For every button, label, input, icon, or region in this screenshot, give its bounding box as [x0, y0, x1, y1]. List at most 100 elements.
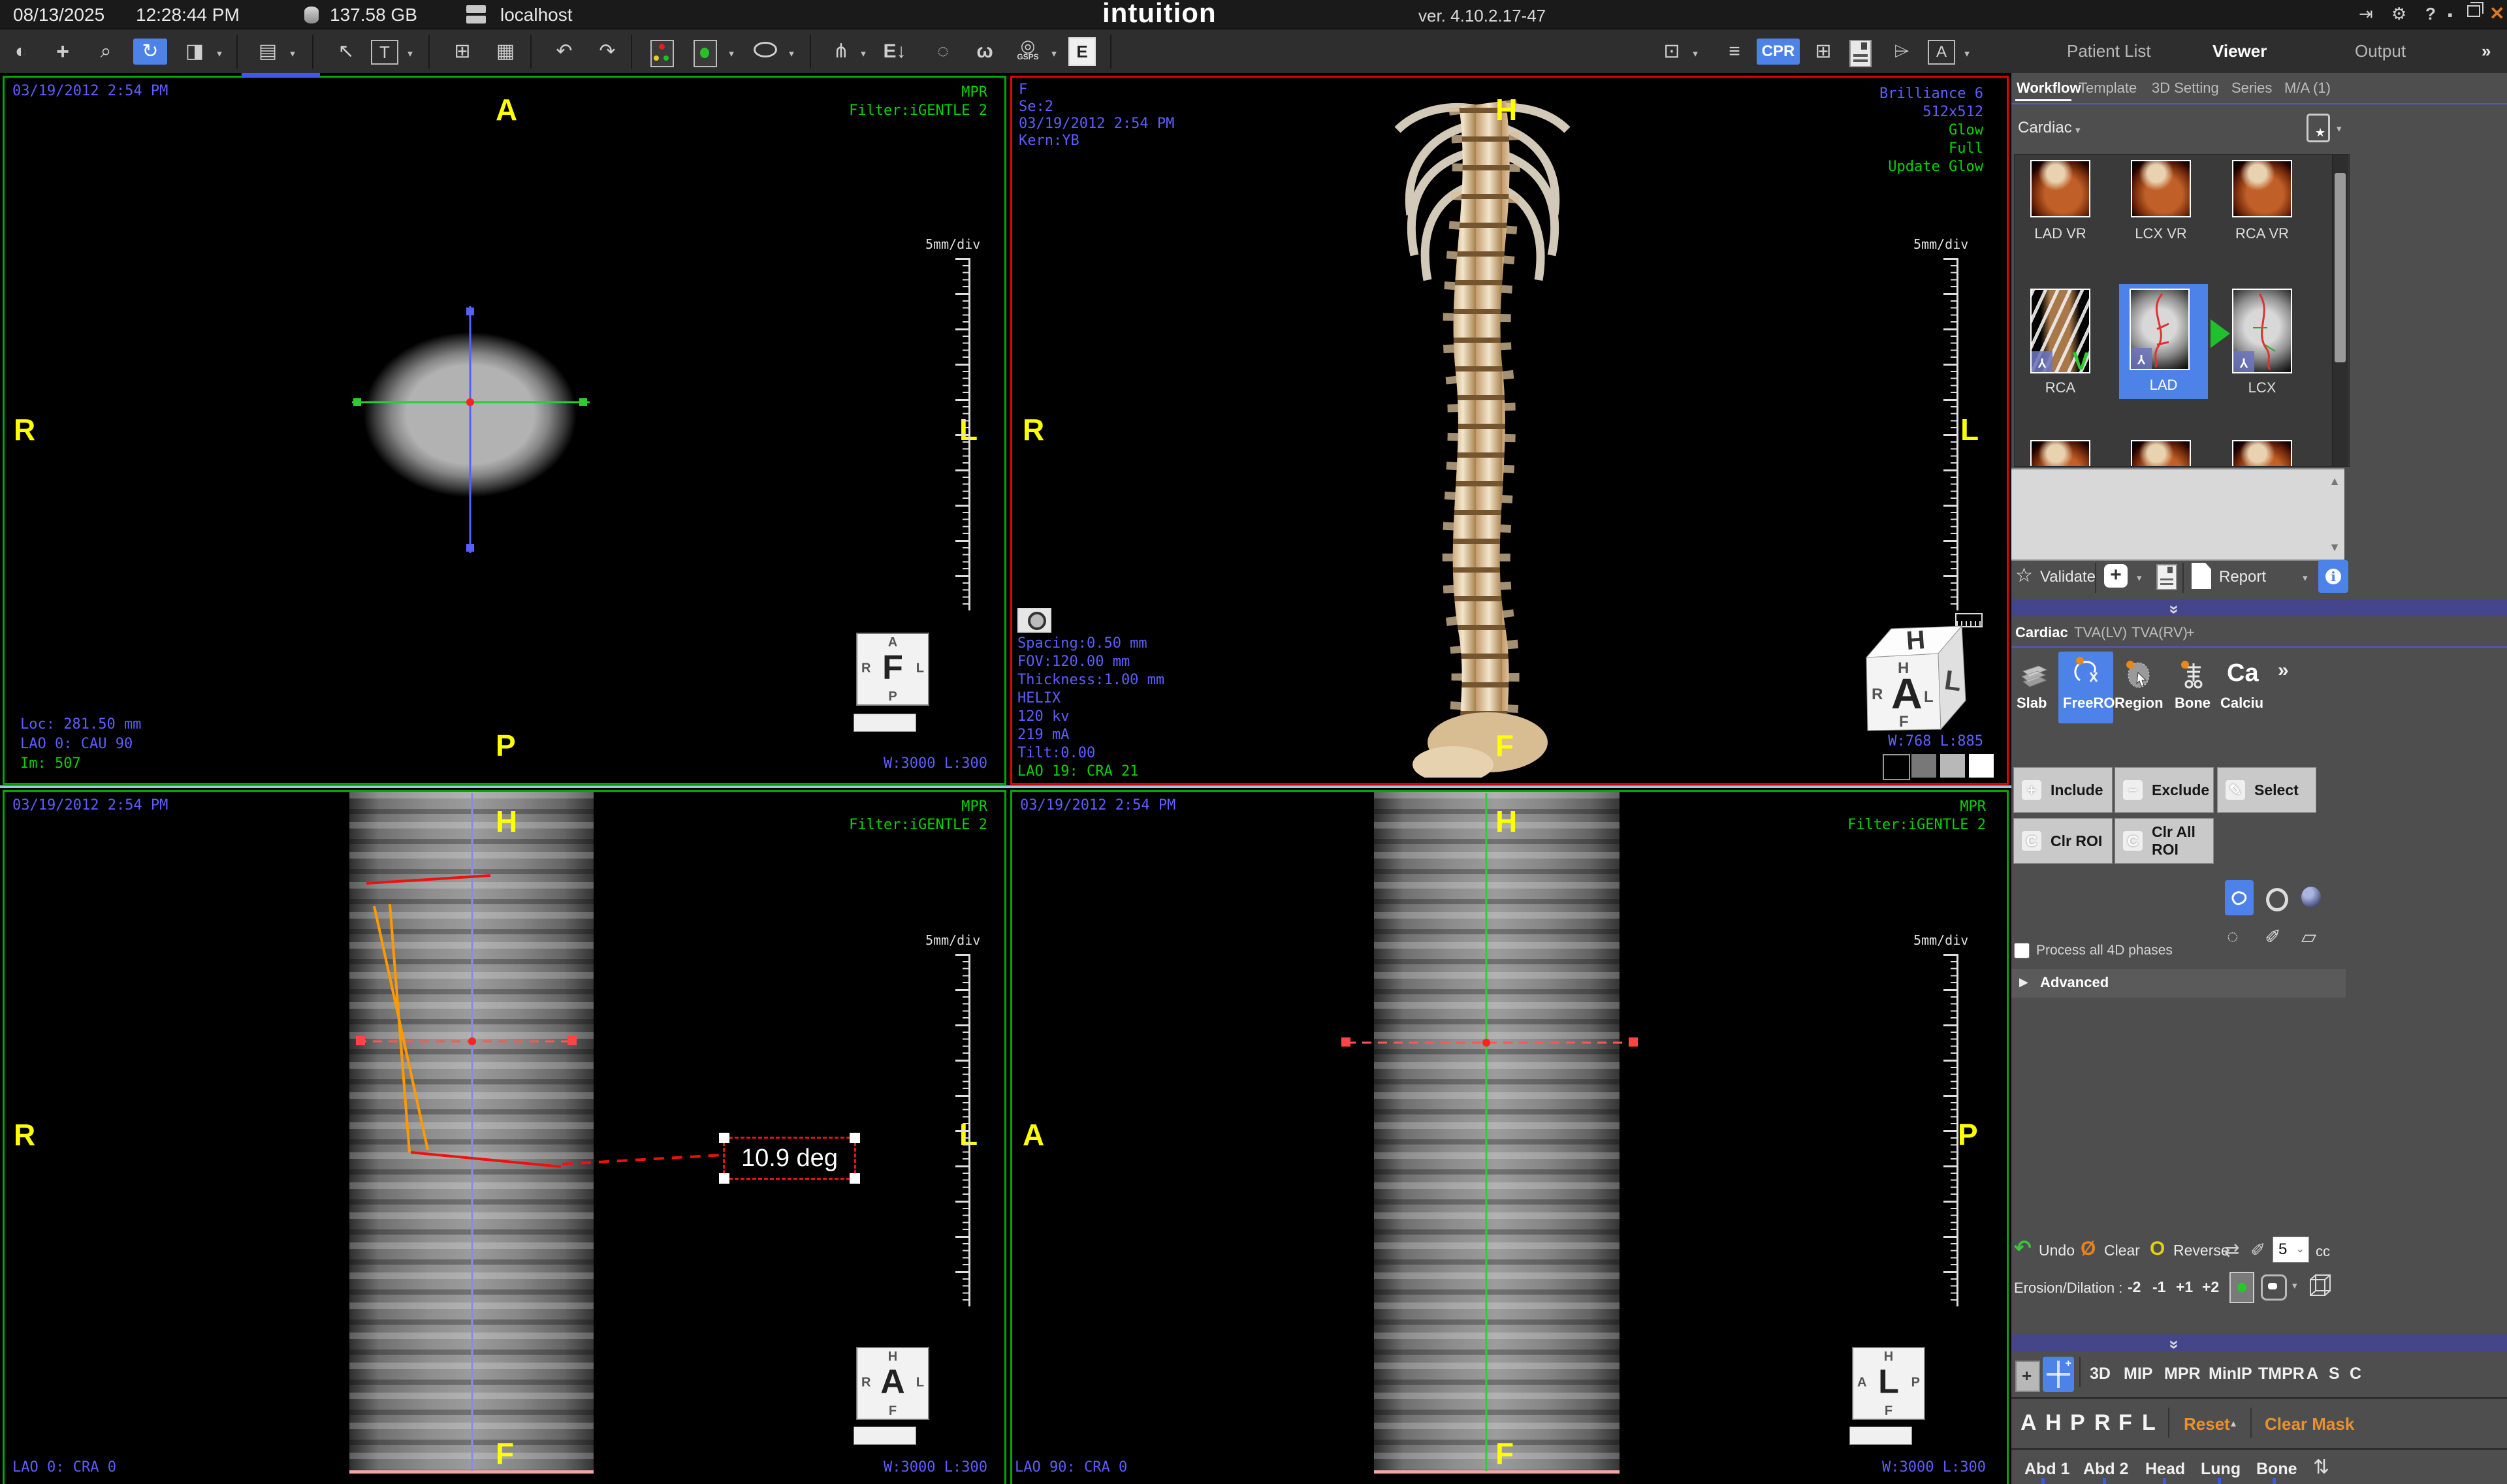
brush-tool-toggle[interactable]: ✐	[2265, 926, 2281, 949]
validate-star-icon[interactable]: ☆	[2015, 564, 2033, 587]
window-level-icon[interactable]: ◨	[178, 39, 212, 65]
measure-caret-icon[interactable]: ▾	[287, 49, 298, 59]
nav-patient-list[interactable]: Patient List	[2067, 41, 2151, 61]
thumb-lcx-vr[interactable]	[2131, 160, 2191, 217]
minimize-icon[interactable]: ▪	[2448, 7, 2453, 24]
orient-l-button[interactable]: L	[2142, 1410, 2156, 1436]
reset-caret-icon[interactable]: ▴	[2231, 1417, 2236, 1430]
orientation-marker-box[interactable]: L H A P F	[1852, 1347, 1925, 1420]
lut-swatch-lightgray[interactable]	[1940, 754, 1965, 778]
thumb-rca-vr[interactable]	[2232, 160, 2292, 217]
layout-grid-button[interactable]: +	[2043, 1357, 2074, 1392]
help-icon[interactable]: ?	[2425, 4, 2436, 24]
findings-list[interactable]: ▲ ▼	[2011, 468, 2344, 561]
handle[interactable]	[719, 1133, 729, 1143]
tab-workflow[interactable]: Workflow	[2017, 80, 2081, 97]
print-preview-icon[interactable]: ⌲	[1885, 39, 1919, 65]
undo-icon[interactable]: ↶	[547, 39, 581, 65]
lungs-tool-icon[interactable]: ω	[968, 39, 1002, 65]
advanced-expander[interactable]: ▶ Advanced	[2011, 969, 2346, 998]
add-caret-icon[interactable]: ▾	[2137, 572, 2142, 584]
redo-icon[interactable]: ↷	[590, 39, 624, 65]
orient-r-button[interactable]: R	[2094, 1410, 2111, 1436]
gsps-icon[interactable]: ◎GSPS	[1011, 36, 1045, 68]
process-4d-checkbox[interactable]	[2014, 943, 2030, 958]
bookmark-icon[interactable]: ★	[2307, 114, 2330, 142]
protocol-caret-icon[interactable]: ▾	[2075, 124, 2081, 136]
orient-a-button[interactable]: A	[2020, 1410, 2037, 1436]
gallery-scrollbar[interactable]	[2332, 155, 2348, 466]
pan-icon[interactable]: +	[46, 39, 80, 65]
slab-tool-label[interactable]: Slab	[2017, 695, 2047, 712]
orient-f-button[interactable]: F	[2118, 1410, 2132, 1436]
include-button[interactable]: +Include	[2013, 767, 2113, 813]
orientation-marker-box[interactable]: A H R L F	[856, 1347, 929, 1420]
viewport-sagittal[interactable]: 03/19/2012 2:54 PM MPR Filter:iGENTLE 2 …	[1010, 790, 2009, 1484]
save-icon[interactable]	[1849, 40, 1872, 67]
sphere-shape-toggle[interactable]	[2301, 887, 2321, 908]
preset-head[interactable]: Head	[2145, 1460, 2185, 1479]
layout-select-caret-icon[interactable]: ▾	[1690, 49, 1701, 59]
collapse-bar[interactable]: «	[2011, 1334, 2507, 1351]
mode-mip[interactable]: MIP	[2124, 1365, 2152, 1383]
erosion-plus2[interactable]: +2	[2202, 1278, 2219, 1296]
subtab-add[interactable]: +	[2186, 624, 2195, 641]
tab-3d-setting[interactable]: 3D Setting	[2152, 80, 2219, 97]
thumb-partial[interactable]	[2030, 440, 2090, 467]
region-tool-icon[interactable]	[2124, 659, 2154, 689]
text-caret-icon[interactable]: ▾	[405, 49, 415, 59]
mask-undo-label[interactable]: Undo	[2039, 1242, 2075, 1259]
restore-icon[interactable]	[2467, 5, 2480, 17]
zoom-icon[interactable]: ⌕	[89, 39, 123, 65]
crosshair-plus-icon[interactable]: ⊞	[1806, 39, 1840, 65]
layout-2x2-icon[interactable]: ⊞	[445, 39, 479, 65]
dotted-region-toggle[interactable]: ◌	[2227, 926, 2239, 948]
subtab-cardiac[interactable]: Cardiac	[2015, 624, 2068, 641]
nav-more-chevron[interactable]: »	[2482, 41, 2491, 61]
vessel-tool-icon[interactable]: ⋔	[824, 39, 858, 65]
lut-swatch-darkgray[interactable]	[1911, 754, 1936, 778]
layout-select-icon[interactable]: ⊡	[1655, 39, 1689, 65]
font-settings-icon[interactable]: A	[1928, 40, 1955, 65]
mode-mpr[interactable]: MPR	[2164, 1365, 2201, 1383]
mode-tmpr[interactable]: TMPR	[2258, 1365, 2305, 1383]
bone-tool-label[interactable]: Bone	[2175, 695, 2211, 712]
slab-small-toggle[interactable]: ▱	[2301, 926, 2316, 949]
slice-position-indicator[interactable]	[242, 73, 320, 77]
select-button[interactable]: ✎Select	[2217, 767, 2316, 813]
lut-swatch-black[interactable]	[1883, 754, 1910, 780]
region-tool-label[interactable]: Region	[2115, 695, 2164, 712]
thumb-partial[interactable]	[2131, 440, 2191, 467]
tab-template[interactable]: Template	[2079, 80, 2137, 97]
reset-button[interactable]: Reset	[2184, 1414, 2230, 1434]
mask-reverse-icon[interactable]: O	[2150, 1238, 2165, 1260]
report-button[interactable]: Report	[2219, 568, 2266, 586]
logout-icon[interactable]: ⇥	[2359, 4, 2373, 24]
text-annotation-icon[interactable]: T	[371, 40, 398, 65]
handle[interactable]	[850, 1173, 860, 1184]
orient-p-button[interactable]: P	[2070, 1410, 2085, 1436]
contour-tool-icon[interactable]: ◌	[926, 39, 960, 65]
erosion-plus1[interactable]: +1	[2176, 1278, 2193, 1296]
window-add-icon[interactable]: +	[2015, 1361, 2040, 1392]
vessel-caret-icon[interactable]: ▾	[858, 49, 869, 59]
cpr-button[interactable]: CPR	[1757, 39, 1800, 65]
clear-roi-button[interactable]: CClr ROI	[2013, 818, 2113, 864]
mode-minip[interactable]: MinIP	[2209, 1365, 2252, 1383]
mask-reverse-label[interactable]: Reverse	[2173, 1242, 2229, 1259]
movie-export-icon[interactable]	[754, 42, 777, 57]
rotate-icon[interactable]: ↻	[133, 39, 167, 65]
clear-all-roi-button[interactable]: CClr All ROI	[2115, 818, 2214, 864]
slab-tool-icon[interactable]	[2019, 659, 2049, 689]
handle[interactable]	[719, 1173, 729, 1184]
cobb-angle-label[interactable]: 10.9 deg	[723, 1137, 856, 1180]
capture-icon[interactable]	[694, 40, 717, 67]
subtab-tva-lv[interactable]: TVA(LV)	[2074, 624, 2127, 641]
volume-select[interactable]: 5⌄	[2273, 1237, 2309, 1263]
more-tools-chevron[interactable]: »	[2278, 659, 2289, 682]
exclude-button[interactable]: −Exclude	[2115, 767, 2214, 813]
window-level-caret-icon[interactable]: ▾	[214, 49, 225, 59]
erosion-minus2[interactable]: -2	[2128, 1278, 2141, 1296]
mode-s[interactable]: S	[2329, 1365, 2340, 1383]
calcium-tool-label[interactable]: Calciu	[2220, 695, 2263, 712]
